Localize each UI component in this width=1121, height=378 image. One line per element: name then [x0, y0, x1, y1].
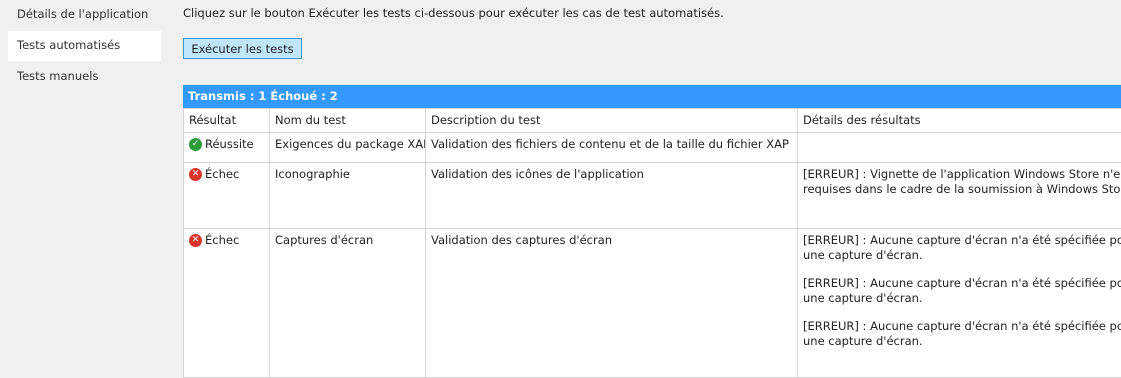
error-detail: [ERREUR] : Aucune capture d'écran n'a ét…	[803, 233, 1121, 263]
error-circle-icon: ✕	[189, 168, 202, 181]
test-name: Iconographie	[270, 163, 426, 229]
error-detail: [ERREUR] : Aucune capture d'écran n'a ét…	[803, 319, 1121, 349]
error-detail-line: une capture d'écran.	[803, 248, 1121, 263]
table-header-row: Résultat Nom du test Description du test…	[184, 109, 1121, 133]
check-circle-icon: ✓	[189, 138, 202, 151]
result-cell: ✓ Réussite	[184, 133, 270, 163]
results-summary-header: Transmis : 1 Échoué : 2	[183, 85, 1121, 108]
result-label: Échec	[205, 233, 239, 248]
table-row[interactable]: ✕ Échec Captures d'écran Validation des …	[184, 229, 1121, 378]
result-details	[798, 133, 1121, 163]
error-detail-line: une capture d'écran.	[803, 291, 1121, 306]
error-detail: [ERREUR] : Vignette de l'application Win…	[803, 167, 1121, 197]
sidebar-item-app-details[interactable]: Détails de l'application	[8, 0, 161, 30]
error-detail-line: [ERREUR] : Aucune capture d'écran n'a ét…	[803, 276, 1121, 291]
error-circle-icon: ✕	[189, 234, 202, 247]
error-detail-line: requises dans le cadre de la soumission …	[803, 182, 1121, 197]
instruction-text: Cliquez sur le bouton Exécuter les tests…	[183, 6, 724, 20]
table-row[interactable]: ✓ Réussite Exigences du package XAP Vali…	[184, 133, 1121, 163]
result-cell: ✕ Échec	[184, 229, 270, 378]
test-description: Validation des fichiers de contenu et de…	[426, 133, 798, 163]
results-table: Résultat Nom du test Description du test…	[183, 108, 1121, 378]
test-description: Validation des captures d'écran	[426, 229, 798, 378]
error-detail-line: une capture d'écran.	[803, 334, 1121, 349]
result-details: [ERREUR] : Vignette de l'application Win…	[798, 163, 1121, 229]
error-detail-line: [ERREUR] : Aucune capture d'écran n'a ét…	[803, 233, 1121, 248]
main-panel: Cliquez sur le bouton Exécuter les tests…	[183, 0, 1121, 354]
result-label: Réussite	[205, 137, 254, 152]
column-header-result-details: Détails des résultats	[798, 109, 1121, 133]
results-panel: Transmis : 1 Échoué : 2 Résultat Nom du …	[183, 85, 1121, 378]
test-name: Captures d'écran	[270, 229, 426, 378]
sidebar-item-manual-tests[interactable]: Tests manuels	[8, 62, 161, 92]
error-detail: [ERREUR] : Aucune capture d'écran n'a ét…	[803, 276, 1121, 306]
column-header-test-description: Description du test	[426, 109, 798, 133]
result-details: [ERREUR] : Aucune capture d'écran n'a ét…	[798, 229, 1121, 378]
result-cell: ✕ Échec	[184, 163, 270, 229]
column-header-result: Résultat	[184, 109, 270, 133]
sidebar: Détails de l'application Tests automatis…	[0, 0, 168, 354]
error-detail-line: [ERREUR] : Aucune capture d'écran n'a ét…	[803, 319, 1121, 334]
table-row[interactable]: ✕ Échec Iconographie Validation des icôn…	[184, 163, 1121, 229]
test-name: Exigences du package XAP	[270, 133, 426, 163]
run-tests-button[interactable]: Exécuter les tests	[183, 38, 302, 59]
test-description: Validation des icônes de l'application	[426, 163, 798, 229]
result-label: Échec	[205, 167, 239, 182]
column-header-test-name: Nom du test	[270, 109, 426, 133]
sidebar-item-automated-tests[interactable]: Tests automatisés	[8, 31, 161, 61]
error-detail-line: [ERREUR] : Vignette de l'application Win…	[803, 167, 1121, 182]
